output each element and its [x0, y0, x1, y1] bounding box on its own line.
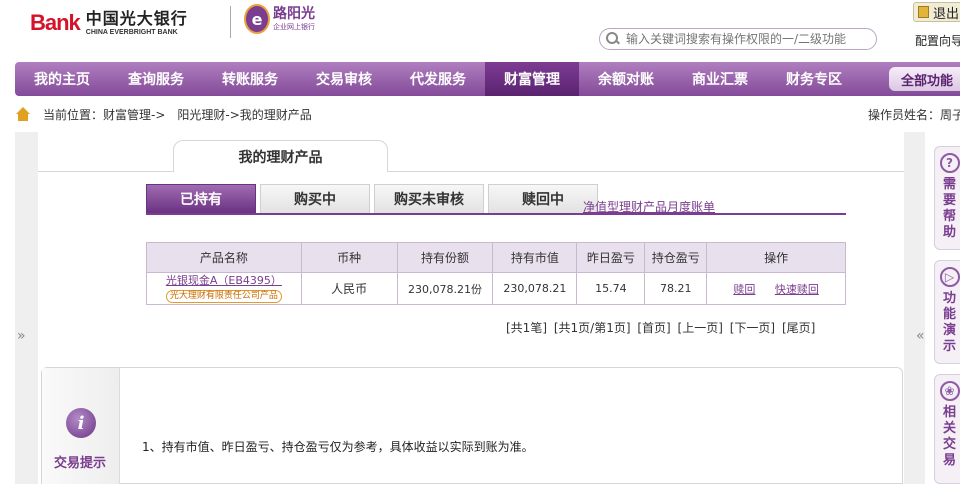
holdings-table: 产品名称 币种 持有份额 持有市值 昨日盈亏 持仓盈亏 操作 光银现金A（EB4…: [146, 242, 846, 305]
main-nav: 我的主页 查询服务 转账服务 交易审核 代发服务 财富管理 余额对账 商业汇票 …: [15, 62, 960, 96]
collapse-right-icon[interactable]: «: [916, 328, 925, 344]
actions-cell: 赎回 快速赎回: [706, 272, 846, 305]
bank-name-en: CHINA EVERBRIGHT BANK: [85, 28, 178, 36]
tips-sidebar: i 交易提示: [42, 368, 120, 484]
nav-item-query[interactable]: 查询服务: [109, 62, 203, 96]
market-value-cell: 230,078.21: [492, 272, 578, 305]
tabs-underline: [146, 213, 846, 215]
col-actions: 操作: [706, 242, 846, 273]
product-name-link[interactable]: 光银现金A（EB4395）: [147, 274, 301, 288]
bank-logo[interactable]: Bank 中国光大银行 CHINA EVERBRIGHT BANK: [30, 8, 188, 38]
nav-item-home[interactable]: 我的主页: [15, 62, 109, 96]
nav-item-wealth[interactable]: 财富管理: [485, 62, 579, 96]
pager-next[interactable]: [下一页]: [730, 321, 775, 335]
demo-button[interactable]: ▷ 功能演示: [934, 260, 960, 364]
sub-logo: e 路阳光 企业网上银行: [244, 4, 315, 34]
product-cell: 光银现金A（EB4395） 光大理财有限责任公司产品: [146, 272, 302, 305]
exit-label: 退出: [933, 6, 960, 22]
tab-purchase-unapproved[interactable]: 购买未审核: [374, 184, 484, 214]
operator-name: 操作员姓名：周子: [868, 108, 960, 122]
position-pl-cell: 78.21: [644, 272, 708, 305]
related-label: 相关交易: [942, 405, 956, 468]
sub-logo-title: 路阳光: [273, 6, 315, 22]
breadcrumb-item-products: 阳光理财->我的理财产品: [177, 107, 312, 122]
nav-item-finance[interactable]: 财务专区: [767, 62, 861, 96]
all-functions-button[interactable]: 全部功能: [889, 67, 960, 91]
col-yesterday-pl: 昨日盈亏: [576, 242, 646, 273]
breadcrumb-prefix: 当前位置：: [43, 107, 104, 122]
col-shares: 持有份额: [396, 242, 494, 273]
sub-logo-caption: 企业网上银行: [273, 23, 315, 31]
content-area: 我的理财产品 已持有 购买中 购买未审核 赎回中 净值型理财产品月度账单 产品名…: [15, 132, 925, 484]
logo-divider: [230, 6, 231, 38]
redeem-link[interactable]: 赎回: [733, 283, 755, 296]
col-currency: 币种: [300, 242, 398, 273]
logo-bank-text: Bank: [30, 10, 81, 35]
currency-cell: 人民币: [300, 272, 398, 305]
table-header-row: 产品名称 币种 持有份额 持有市值 昨日盈亏 持仓盈亏 操作: [146, 242, 846, 273]
help-icon: ?: [939, 153, 960, 173]
header: Bank 中国光大银行 CHINA EVERBRIGHT BANK e 路阳光 …: [0, 0, 960, 60]
products-panel: 我的理财产品 已持有 购买中 购买未审核 赎回中 净值型理财产品月度账单 产品名…: [38, 132, 904, 484]
col-position-pl: 持仓盈亏: [644, 242, 708, 273]
transaction-tips: i 交易提示 1、持有市值、昨日盈亏、持仓盈亏仅为参考，具体收益以实际到账为准。: [41, 367, 903, 484]
search-icon[interactable]: [606, 32, 620, 46]
right-side-panel: ? 需要帮助 ▷ 功能演示 ❀ 相关交易: [934, 146, 960, 484]
tab-held[interactable]: 已持有: [146, 184, 256, 214]
quick-redeem-link[interactable]: 快速赎回: [775, 283, 819, 296]
play-icon: ▷: [939, 267, 960, 287]
bank-name: 中国光大银行 CHINA EVERBRIGHT BANK: [85, 8, 188, 37]
col-market-value: 持有市值: [492, 242, 578, 273]
config-wizard-link[interactable]: 配置向导: [915, 32, 960, 49]
shares-cell: 230,078.21份: [396, 272, 494, 305]
pager-total-count: [共1笔]: [506, 321, 547, 335]
status-tabs: 已持有 购买中 购买未审核 赎回中: [146, 184, 602, 214]
monthly-statement-link[interactable]: 净值型理财产品月度账单: [583, 198, 715, 215]
pager-first[interactable]: [首页]: [637, 321, 670, 335]
help-label: 需要帮助: [942, 177, 956, 240]
nav-item-approval[interactable]: 交易审核: [297, 62, 391, 96]
pagination: [共1笔] [共1页/第1页] [首页] [上一页] [下一页] [尾页]: [506, 319, 818, 336]
nav-item-payroll[interactable]: 代发服务: [391, 62, 485, 96]
nav-item-transfer[interactable]: 转账服务: [203, 62, 297, 96]
tab-purchasing[interactable]: 购买中: [260, 184, 370, 214]
search-input[interactable]: [626, 32, 876, 46]
yesterday-pl-cell: 15.74: [576, 272, 646, 305]
pager-prev[interactable]: [上一页]: [678, 321, 723, 335]
sunshine-logo-icon: e: [244, 4, 270, 34]
nav-item-bills[interactable]: 商业汇票: [673, 62, 767, 96]
table-row: 光银现金A（EB4395） 光大理财有限责任公司产品 人民币 230,078.2…: [146, 272, 846, 305]
demo-label: 功能演示: [942, 291, 956, 354]
tips-label: 交易提示: [54, 456, 107, 471]
help-button[interactable]: ? 需要帮助: [934, 146, 960, 250]
info-icon: i: [66, 408, 96, 438]
breadcrumb-item-wealth[interactable]: 财富管理->: [103, 106, 165, 123]
issuer-badge: 光大理财有限责任公司产品: [165, 290, 282, 303]
related-icon: ❀: [939, 381, 960, 401]
search-box[interactable]: [599, 28, 877, 50]
breadcrumb: 当前位置： 财富管理-> 阳光理财->我的理财产品: [15, 104, 312, 124]
tab-redeeming[interactable]: 赎回中: [488, 184, 598, 214]
bank-name-cn: 中国光大银行: [85, 8, 188, 28]
panel-title-tab: 我的理财产品: [173, 140, 388, 172]
nav-item-reconcile[interactable]: 余额对账: [579, 62, 673, 96]
panel-divider: [38, 171, 904, 172]
exit-button[interactable]: 退出: [913, 2, 960, 22]
related-button[interactable]: ❀ 相关交易: [934, 374, 960, 484]
expand-left-icon[interactable]: »: [17, 328, 26, 344]
pager-last[interactable]: [尾页]: [782, 321, 815, 335]
tips-text: 1、持有市值、昨日盈亏、持仓盈亏仅为参考，具体收益以实际到账为准。: [142, 440, 534, 454]
col-product-name: 产品名称: [146, 242, 302, 273]
pager-page-info: [共1页/第1页]: [553, 321, 631, 335]
home-icon[interactable]: [15, 107, 31, 121]
exit-icon: [918, 6, 929, 18]
